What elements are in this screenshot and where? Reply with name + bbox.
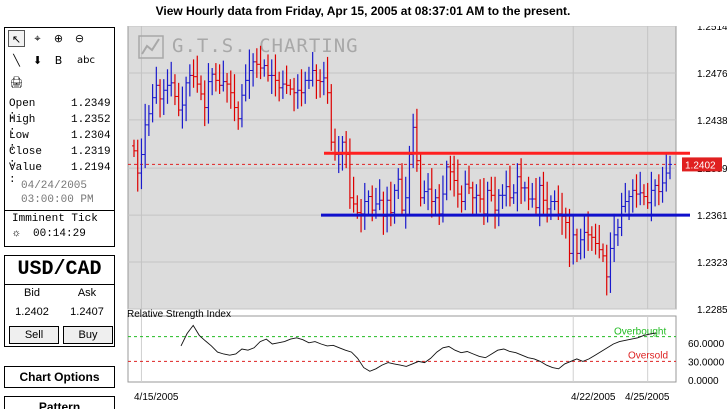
buy-button[interactable]: Buy	[63, 326, 113, 344]
sell-button[interactable]: Sell	[9, 326, 59, 344]
price-tick-label: 1.2285	[697, 305, 727, 316]
fx-quote-panel: USD/CAD Bid Ask 1.2402 1.2407 Sell Buy	[4, 255, 115, 347]
zoom-in-icon[interactable]: ⊕	[50, 30, 67, 47]
overbought-label: Overbought	[614, 327, 666, 338]
bid-label: Bid	[24, 287, 40, 299]
last-price-value: 1.2402	[685, 160, 716, 171]
text-tool-icon[interactable]: abc	[71, 52, 101, 69]
open-value: 1.2349	[71, 98, 111, 110]
rsi-plot-area	[127, 315, 677, 383]
high-value: 1.2352	[71, 114, 111, 126]
ask-price: 1.2407	[70, 306, 104, 318]
rsi-tick-label: 30.0000	[688, 357, 725, 368]
chart-tools-panel: ↖ ⌖ ⊕ ⊖ ╲ ⬇ Babc 🖨 Open :1.2349 High :1.2352 Lo…	[4, 27, 115, 247]
price-tick-label: 1.2361	[697, 211, 727, 222]
line-tool-icon[interactable]: ╲	[8, 52, 25, 69]
oversold-label: Oversold	[628, 350, 668, 361]
select-arrow-icon[interactable]: ↖	[8, 30, 25, 47]
date-tick-label: 4/25/2005	[625, 392, 670, 403]
chart-options-button[interactable]: Chart Options	[4, 366, 115, 388]
arrow-down-icon[interactable]: ⬇	[29, 52, 46, 69]
imminent-tick-label: Imminent Tick	[12, 213, 98, 225]
divider	[5, 210, 114, 211]
tick-countdown: 00:14:29	[33, 228, 86, 240]
rsi-tick-label: 60.0000	[688, 339, 725, 350]
bar-date: 04/24/2005	[21, 180, 88, 192]
value-value: 1.2194	[71, 162, 111, 174]
price-tick-label: 1.2514	[697, 26, 727, 33]
currency-pair: USD/CAD	[17, 258, 102, 281]
date-tick-label: 4/22/2005	[571, 392, 616, 403]
price-tick-label: 1.2476	[697, 69, 727, 80]
bookmark-icon[interactable]: B	[50, 52, 67, 69]
page-title: View Hourly data from Friday, Apr 15, 20…	[155, 4, 571, 18]
watermark-logo: G.T.S. CHARTING	[172, 35, 359, 57]
price-tick-label: 1.2323	[697, 258, 727, 269]
ask-label: Ask	[77, 287, 97, 299]
price-tick-label: 1.2438	[697, 116, 727, 127]
close-value: 1.2319	[71, 146, 111, 158]
crosshair-icon[interactable]: ⌖	[29, 30, 46, 47]
divider	[5, 284, 114, 285]
price-chart[interactable]: G.T.S. CHARTING1.25141.24761.24381.23991…	[126, 26, 727, 409]
low-value: 1.2304	[71, 130, 111, 142]
print-icon[interactable]: 🖨	[8, 74, 25, 91]
bid-price: 1.2402	[15, 306, 49, 318]
zoom-out-icon[interactable]: ⊖	[71, 30, 88, 47]
sun-icon: ☼	[13, 228, 20, 240]
bar-time: 03:00:00 PM	[21, 194, 94, 206]
pattern-button[interactable]: Pattern	[4, 396, 115, 409]
date-tick-label: 4/15/2005	[134, 392, 179, 403]
rsi-tick-label: 0.0000	[688, 376, 719, 387]
rsi-title: Relative Strength Index	[127, 309, 231, 320]
